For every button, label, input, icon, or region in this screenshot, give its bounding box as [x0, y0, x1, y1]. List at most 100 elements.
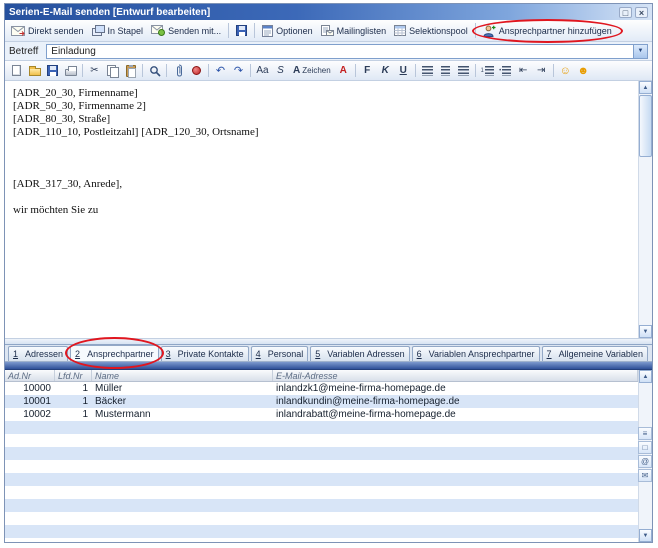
tab-adressen[interactable]: 1Adressen: [8, 346, 68, 361]
column-header-email[interactable]: E-Mail-Adresse: [273, 370, 638, 381]
character-button[interactable]: A Zeichen: [290, 63, 334, 79]
redo-button[interactable]: ↷: [230, 63, 247, 79]
font-style-button[interactable]: S: [272, 63, 289, 79]
at-icon[interactable]: @: [638, 455, 652, 468]
in-stapel-label: In Stapel: [108, 26, 144, 36]
underline-button[interactable]: U: [395, 63, 412, 79]
save-draft-button[interactable]: [44, 63, 61, 79]
bullet-list-prefix: •: [499, 68, 501, 74]
email-body-text[interactable]: [ADR_20_30, Firmenname] [ADR_50_30, Firm…: [5, 81, 638, 338]
tab-variablen-ansprechpartner[interactable]: 6Variablen Ansprechpartner: [412, 346, 540, 361]
new-document-icon: [12, 65, 21, 76]
table-row[interactable]: 10000 1 Müller inlandzk1@meine-firma-hom…: [5, 382, 638, 395]
selektionspool-button[interactable]: Selektionspool: [391, 24, 471, 37]
restore-button[interactable]: □: [619, 7, 632, 18]
italic-button[interactable]: K: [377, 63, 394, 79]
attachment-button[interactable]: [170, 63, 187, 79]
column-header-lfdnr[interactable]: Lfd.Nr: [55, 370, 92, 381]
copy-button[interactable]: [104, 63, 121, 79]
smiley2-button[interactable]: ☻: [575, 63, 592, 79]
window-title: Serien-E-Mail senden [Entwurf bearbeiten…: [9, 7, 210, 18]
contacts-grid: Ad.Nr Lfd.Nr Name E-Mail-Adresse 10000 1…: [5, 370, 652, 542]
scroll-thumb[interactable]: [639, 95, 652, 157]
indent-icon: ⇥: [537, 65, 545, 76]
mailinglisten-button[interactable]: Mailinglisten: [318, 24, 390, 37]
bold-icon: F: [364, 65, 370, 76]
save-icon: [236, 25, 247, 36]
search-button[interactable]: [146, 63, 163, 79]
cut-button[interactable]: ✂: [86, 63, 103, 79]
font-color-icon: A: [340, 65, 347, 76]
table-row[interactable]: 10001 1 Bäcker inlandkundin@meine-firma-…: [5, 395, 638, 408]
undo-button[interactable]: ↶: [212, 63, 229, 79]
send-with-icon: [151, 25, 165, 36]
subject-combobox[interactable]: Einladung ▼: [46, 44, 648, 59]
grid-header: Ad.Nr Lfd.Nr Name E-Mail-Adresse: [5, 370, 638, 382]
print-button[interactable]: [62, 63, 79, 79]
scroll-track[interactable]: [639, 158, 652, 325]
grid-scrollbar[interactable]: ▲ ≡ □ @ ✉ ▼: [638, 370, 652, 542]
new-document-button[interactable]: [8, 63, 25, 79]
optionen-button[interactable]: Optionen: [259, 24, 316, 38]
format-separator: [415, 64, 416, 77]
grid-scroll-up-button[interactable]: ▲: [639, 370, 652, 383]
font-size-icon: Aa: [256, 65, 268, 76]
tab-private-kontakte[interactable]: 3Private Kontakte: [161, 346, 249, 361]
save-icon: [47, 65, 58, 76]
grid-scroll-down-button[interactable]: ▼: [639, 529, 652, 542]
grid-group-band: [5, 362, 652, 370]
tab-personal[interactable]: 4Personal: [251, 346, 309, 361]
outdent-button[interactable]: ⇤: [515, 63, 532, 79]
align-center-icon: [441, 66, 450, 76]
direkt-senden-button[interactable]: Direkt senden: [8, 25, 87, 37]
bold-button[interactable]: F: [359, 63, 376, 79]
editor-scrollbar[interactable]: ▲ ▼: [638, 81, 652, 338]
undo-icon: ↶: [216, 64, 225, 77]
mail-icon[interactable]: ✉: [638, 469, 652, 482]
close-button[interactable]: ×: [635, 7, 648, 18]
scroll-down-button[interactable]: ▼: [639, 325, 652, 338]
selektionspool-label: Selektionspool: [409, 26, 468, 36]
ansprechpartner-hinzufuegen-button[interactable]: Ansprechpartner hinzufügen: [480, 24, 615, 38]
italic-icon: K: [382, 65, 389, 76]
smiley-button[interactable]: ☺: [557, 63, 574, 79]
format-separator: [475, 64, 476, 77]
stamp-button[interactable]: [188, 63, 205, 79]
numbered-list-button[interactable]: 1: [479, 63, 496, 79]
column-header-name[interactable]: Name: [92, 370, 273, 381]
clipboard-icon[interactable]: □: [638, 441, 652, 454]
column-header-adnr[interactable]: Ad.Nr: [5, 370, 55, 381]
tab-allgemeine-variablen[interactable]: 7Allgemeine Variablen: [542, 346, 648, 361]
email-body-editor[interactable]: [ADR_20_30, Firmenname] [ADR_50_30, Firm…: [5, 81, 652, 339]
open-button[interactable]: [26, 63, 43, 79]
format-separator: [208, 64, 209, 77]
font-color-button[interactable]: A: [335, 63, 352, 79]
senden-mit-button[interactable]: Senden mit...: [148, 24, 224, 37]
align-center-button[interactable]: [437, 63, 454, 79]
align-left-button[interactable]: [419, 63, 436, 79]
columns-icon[interactable]: ≡: [638, 427, 652, 440]
grid-scroll-track[interactable]: ≡ □ @ ✉: [639, 383, 652, 529]
save-button[interactable]: [233, 24, 250, 37]
optionen-label: Optionen: [276, 26, 313, 36]
in-stapel-button[interactable]: In Stapel: [89, 24, 147, 37]
font-size-button[interactable]: Aa: [254, 63, 271, 79]
tab-ansprechpartner[interactable]: 2Ansprechpartner: [70, 345, 159, 361]
indent-button[interactable]: ⇥: [533, 63, 550, 79]
lower-tab-bar: 1Adressen 2Ansprechpartner 3Private Kont…: [5, 345, 652, 362]
paste-button[interactable]: [122, 63, 139, 79]
character-a-icon: A: [293, 65, 300, 76]
format-separator: [82, 64, 83, 77]
mailing-lists-icon: [321, 25, 334, 36]
bullet-list-button[interactable]: •: [497, 63, 514, 79]
smiley-icon: ☺: [560, 65, 571, 77]
title-bar[interactable]: Serien-E-Mail senden [Entwurf bearbeiten…: [5, 4, 652, 20]
numbered-list-icon: [485, 66, 494, 76]
scroll-up-button[interactable]: ▲: [639, 81, 652, 94]
tab-variablen-adressen[interactable]: 5Variablen Adressen: [310, 346, 409, 361]
subject-dropdown-button[interactable]: ▼: [633, 45, 647, 58]
main-toolbar: Direkt senden In Stapel Senden mit... Op…: [5, 20, 652, 42]
table-row[interactable]: 10002 1 Mustermann inlandrabatt@meine-fi…: [5, 408, 638, 421]
align-right-button[interactable]: [455, 63, 472, 79]
options-form-icon: [262, 25, 273, 37]
